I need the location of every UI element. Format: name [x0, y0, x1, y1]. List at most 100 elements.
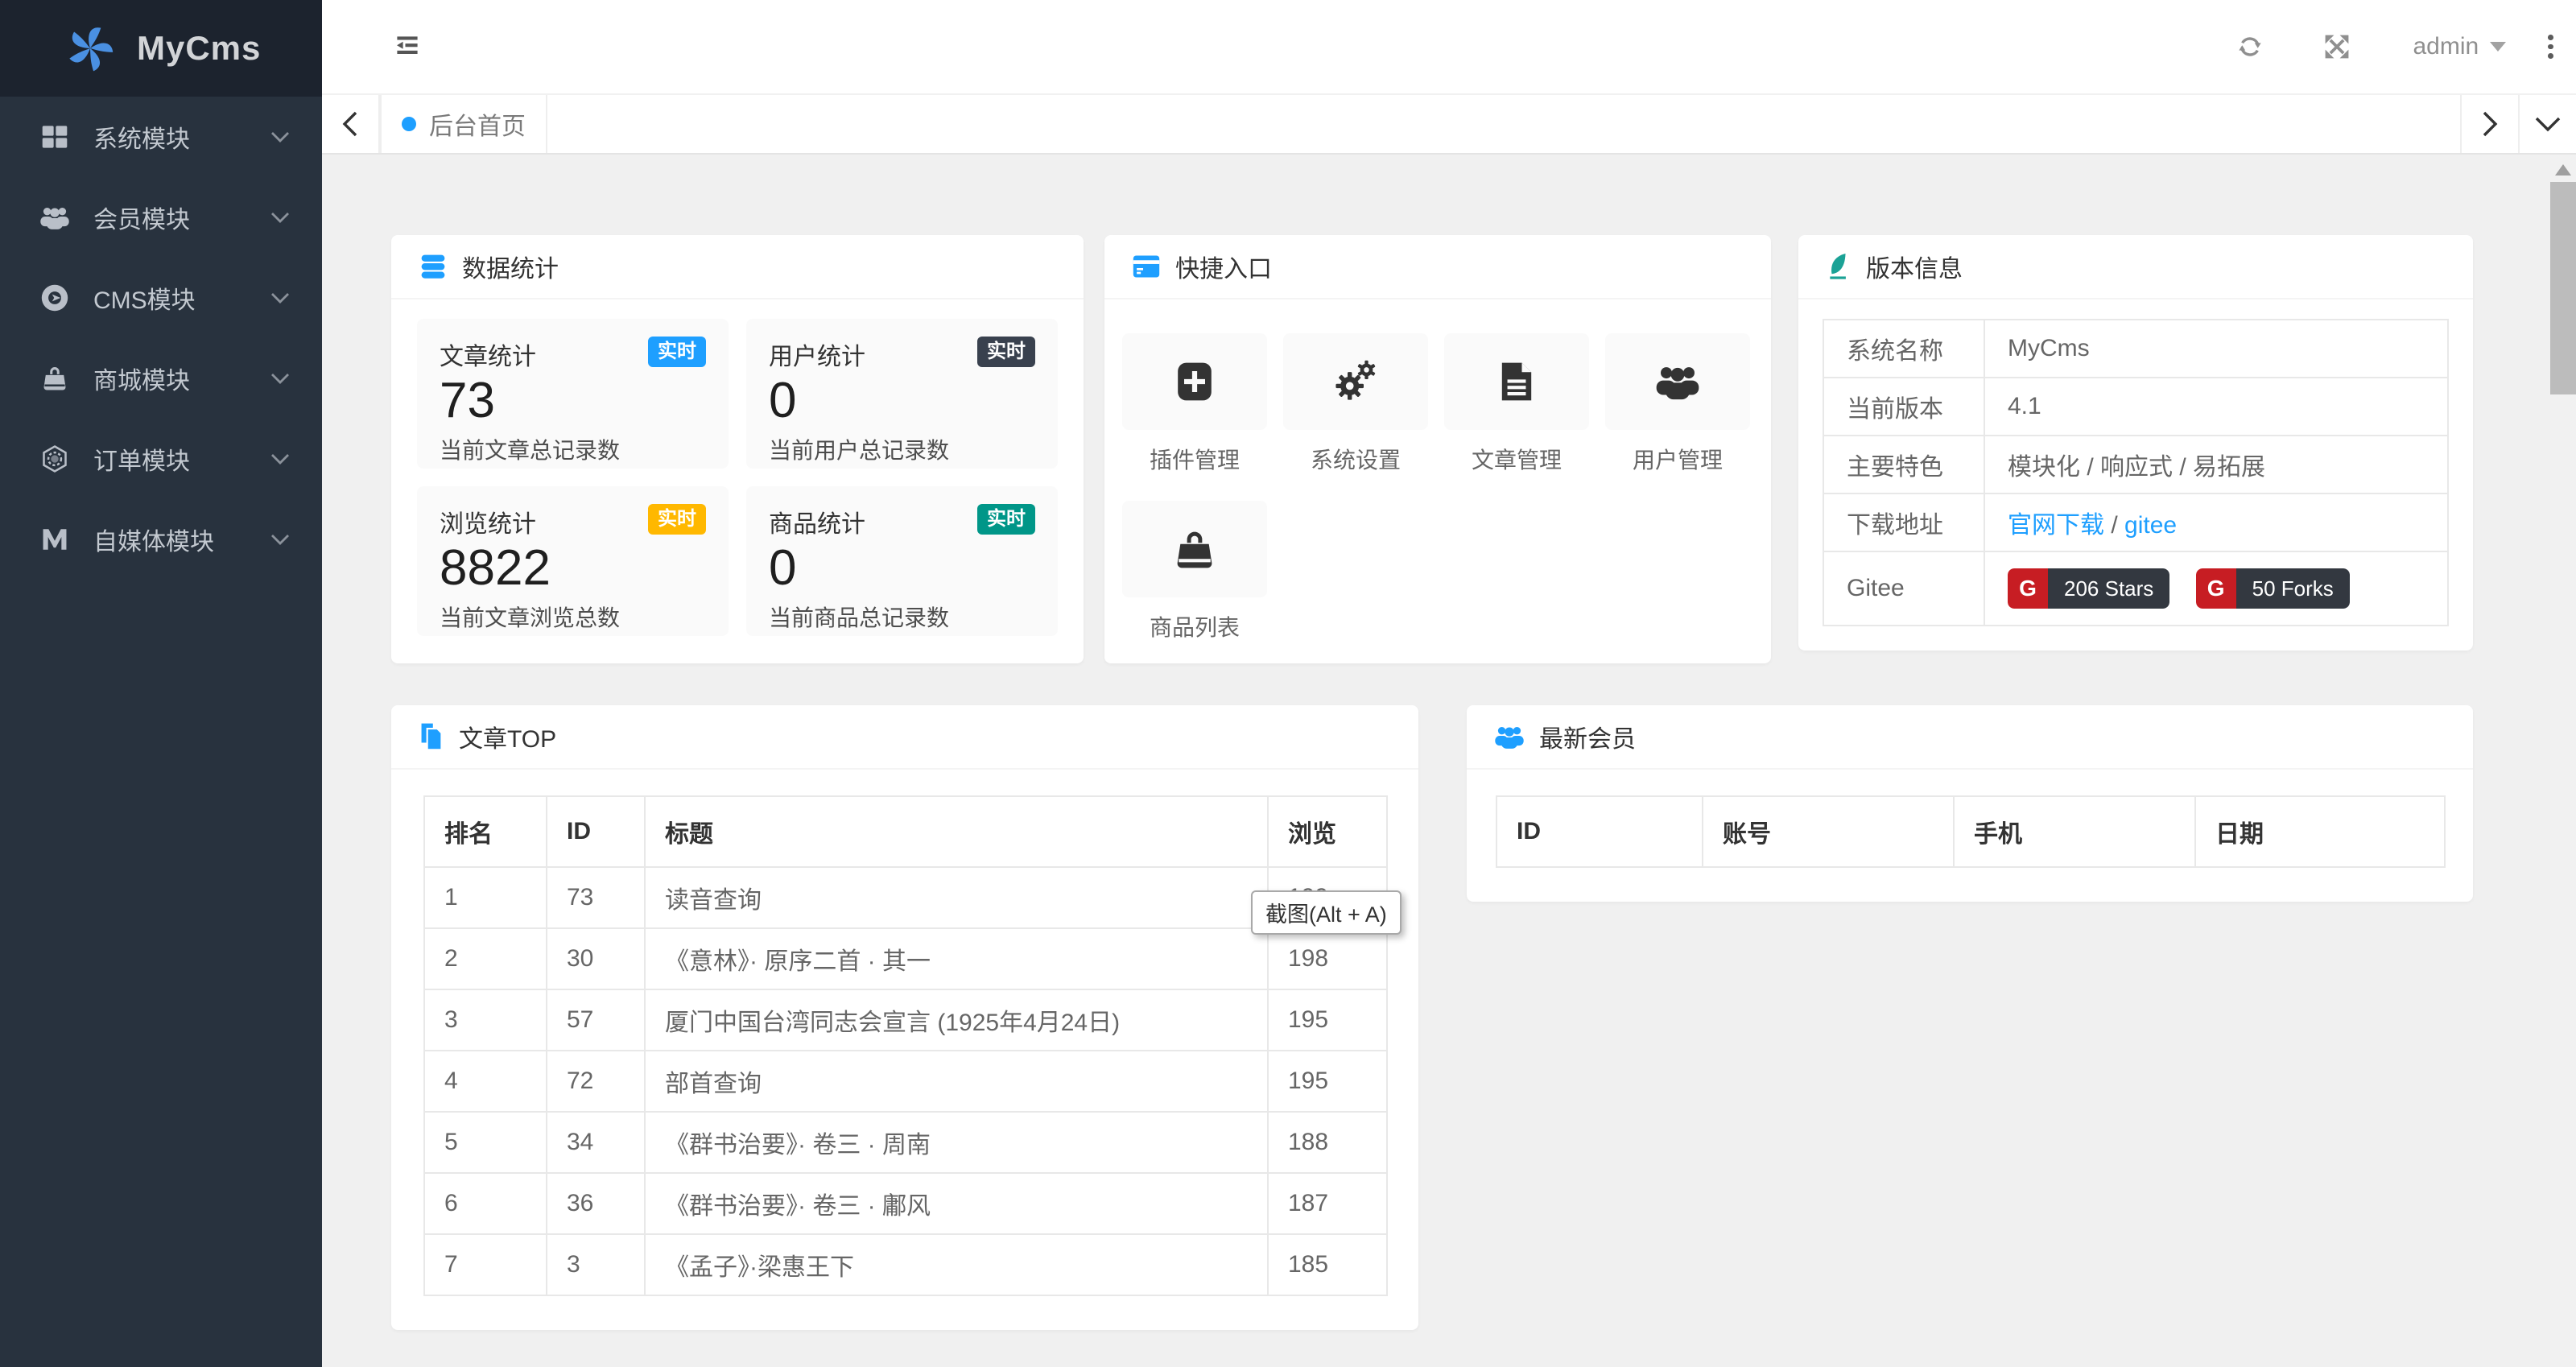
shortcut-users[interactable]: 用户管理 [1605, 333, 1750, 475]
main-content: 数据统计 文章统计 实时 73 当前文章总记录数 用户统计 实时 0 当前用户总… [322, 155, 2550, 1367]
badge-label: 206 Stars [2048, 568, 2170, 609]
shortcut-label: 商品列表 [1149, 615, 1240, 640]
fullscreen-icon[interactable] [2322, 32, 2351, 61]
gitee-link[interactable]: gitee [2124, 512, 2177, 539]
col-rank: 排名 [423, 795, 547, 868]
stat-desc: 当前商品总记录数 [769, 605, 950, 631]
version-row-label: 主要特色 [1823, 435, 1985, 494]
shortcuts-card: 快捷入口 插件管理 系统设置 文章管理 用户管理 商品列表 [1104, 235, 1771, 663]
card-title: 快捷入口 [1175, 256, 1272, 283]
status-badge: 实时 [648, 504, 706, 535]
chevron-down-icon [270, 130, 290, 143]
version-table: 系统名称 MyCms 当前版本 4.1 主要特色 模块化 / 响应式 / 易拓展 [1823, 319, 2449, 626]
article-table-wrap: 排名 ID 标题 浏览 173 读音查询199 230 《意林》· 原序二首 ·… [391, 770, 1418, 1296]
col-phone: 手机 [1953, 795, 2196, 868]
tabs-scroll-left-icon[interactable] [322, 95, 380, 153]
chevron-down-icon [270, 372, 290, 385]
status-badge: 实时 [977, 504, 1035, 535]
topbar-actions: admin [2235, 32, 2576, 61]
table-row: 6 36 《群书治要》· 卷三 · 鄘风 187 [423, 1172, 1388, 1235]
members-table: ID 账号 手机 日期 [1496, 795, 2446, 868]
col-title: 标题 [644, 795, 1269, 868]
card-title: 最新会员 [1539, 726, 1636, 753]
username: admin [2413, 33, 2479, 60]
article-table: 排名 ID 标题 浏览 173 读音查询199 230 《意林》· 原序二首 ·… [423, 795, 1388, 1296]
article-top-card: 文章TOP 排名 ID 标题 浏览 173 读音查询199 [391, 705, 1418, 1330]
stat-label: 浏览统计 [440, 511, 536, 538]
col-id: ID [1496, 795, 1703, 868]
card-title: 数据统计 [462, 256, 559, 283]
stats-grid: 文章统计 实时 73 当前文章总记录数 用户统计 实时 0 当前用户总记录数 浏… [391, 299, 1084, 655]
users-icon [1494, 724, 1525, 750]
tabs-scroll-right-icon[interactable] [2460, 95, 2518, 153]
shortcut-settings[interactable]: 系统设置 [1283, 333, 1428, 475]
more-options-icon[interactable] [2548, 35, 2553, 59]
shortcut-articles[interactable]: 文章管理 [1444, 333, 1589, 475]
shortcut-label: 插件管理 [1149, 448, 1240, 473]
tab-bar: 后台首页 [322, 95, 2576, 155]
shortcut-plugins[interactable]: 插件管理 [1122, 333, 1267, 475]
shortcut-label: 用户管理 [1632, 448, 1723, 473]
version-row-label: 系统名称 [1823, 319, 1985, 378]
status-badge: 实时 [977, 337, 1035, 367]
sidebar-item-members[interactable]: 会员模块 [0, 177, 322, 258]
scrollbar-track[interactable] [2550, 155, 2576, 1367]
stat-label: 商品统计 [769, 511, 865, 538]
copy-file-icon [419, 721, 444, 752]
medium-icon [39, 527, 71, 552]
tabs-menu-icon[interactable] [2518, 95, 2576, 153]
shortcut-goods[interactable]: 商品列表 [1122, 501, 1267, 642]
gears-icon [1334, 360, 1377, 403]
gitee-stars-badge[interactable]: G 206 Stars [2008, 568, 2170, 609]
chevron-down-icon [270, 211, 290, 224]
table-row: 2 30 《意林》· 原序二首 · 其一 198 [423, 927, 1388, 990]
table-row: 4 72 部首查询 195 [423, 1050, 1388, 1113]
tab-label: 后台首页 [429, 114, 526, 140]
app-title: MyCms [137, 29, 262, 67]
stat-desc: 当前文章总记录数 [440, 438, 621, 464]
stat-label: 文章统计 [440, 344, 536, 370]
link-separator: / [2104, 512, 2125, 539]
scrollbar-thumb[interactable] [2550, 182, 2576, 394]
topbar: admin [322, 0, 2576, 95]
chevron-down-icon [270, 291, 290, 304]
article-top-header: 文章TOP [391, 705, 1418, 770]
table-row: 73 《孟子》·梁惠王下 185 [423, 1233, 1388, 1296]
active-tab-dot-icon [402, 117, 416, 131]
sidebar-item-media[interactable]: 自媒体模块 [0, 499, 322, 580]
sidebar-item-label: 商城模块 [93, 368, 190, 394]
sidebar-item-system[interactable]: 系统模块 [0, 97, 322, 177]
sidebar-item-orders[interactable]: 订单模块 [0, 419, 322, 499]
stat-value: 0 [769, 540, 797, 596]
chevron-down-icon [270, 533, 290, 546]
sidebar-item-cms[interactable]: CMS模块 [0, 258, 322, 338]
stat-tile-goods: 商品统计 实时 0 当前商品总记录数 [746, 486, 1058, 636]
official-download-link[interactable]: 官网下载 [2008, 512, 2104, 539]
card-title: 文章TOP [459, 726, 557, 753]
stat-tile-users: 用户统计 实时 0 当前用户总记录数 [746, 319, 1058, 469]
gitee-logo-icon: G [2195, 568, 2236, 609]
pinwheel-logo-icon [64, 23, 116, 74]
sidebar-item-label: CMS模块 [93, 287, 196, 314]
gitee-forks-badge[interactable]: G 50 Forks [2195, 568, 2350, 609]
th-large-icon [39, 123, 71, 151]
hexagon-icon [39, 444, 71, 473]
tooltip-text: 截图(Alt + A) [1265, 902, 1387, 927]
sidebar-item-label: 会员模块 [93, 207, 190, 233]
user-menu[interactable]: admin [2413, 33, 2507, 60]
refresh-icon[interactable] [2235, 32, 2264, 61]
disc-icon [39, 283, 71, 312]
scrollbar-up-icon[interactable] [2555, 164, 2571, 176]
sidebar-item-label: 订单模块 [93, 448, 190, 475]
caret-down-icon [2490, 42, 2507, 52]
tab-home[interactable]: 后台首页 [380, 95, 547, 153]
table-row: 3 57 厦门中国台湾同志会宣言 (1925年4月24日) 195 [423, 989, 1388, 1051]
app-logo[interactable]: MyCms [0, 0, 322, 97]
database-icon [419, 252, 448, 281]
col-date: 日期 [2194, 795, 2446, 868]
sidebar-item-label: 自媒体模块 [93, 529, 214, 555]
stats-card-header: 数据统计 [391, 235, 1084, 299]
sidebar-item-shop[interactable]: 商城模块 [0, 338, 322, 419]
screenshot-tooltip: 截图(Alt + A) [1251, 890, 1402, 935]
collapse-menu-icon[interactable] [393, 32, 422, 61]
